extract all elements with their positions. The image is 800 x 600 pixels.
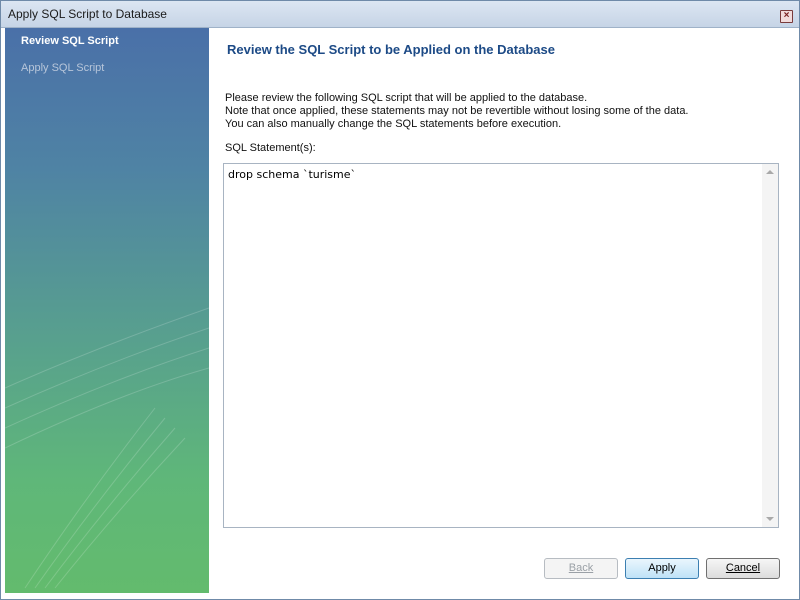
close-icon[interactable]: ×	[780, 10, 793, 23]
description-line-3: You can also manually change the SQL sta…	[225, 118, 562, 130]
sidebar-item-review-sql-script: Review SQL Script	[21, 35, 119, 47]
vertical-scrollbar[interactable]	[762, 164, 778, 527]
description: Please review the following SQL script t…	[225, 92, 689, 131]
apply-button[interactable]: Apply	[625, 558, 699, 579]
back-button-label: Back	[568, 562, 594, 574]
description-line-1: Please review the following SQL script t…	[225, 92, 588, 104]
sql-editor[interactable]: drop schema `turisme`	[223, 163, 779, 528]
wizard-sidebar: Review SQL Script Apply SQL Script	[5, 28, 209, 593]
title-bar[interactable]: Apply SQL Script to Database ×	[1, 1, 799, 28]
back-button[interactable]: Back	[544, 558, 618, 579]
apply-button-label: Apply	[648, 562, 676, 574]
chevron-up-icon[interactable]	[766, 170, 774, 174]
sql-statements-label: SQL Statement(s):	[225, 142, 316, 154]
page-title: Review the SQL Script to be Applied on t…	[227, 42, 555, 57]
sql-text[interactable]: drop schema `turisme`	[228, 168, 356, 181]
sidebar-item-apply-sql-script: Apply SQL Script	[21, 62, 105, 74]
dialog-window: Apply SQL Script to Database × Review SQ…	[0, 0, 800, 600]
sidebar-decoration	[5, 307, 209, 589]
cancel-button[interactable]: Cancel	[706, 558, 780, 579]
window-title: Apply SQL Script to Database	[8, 7, 167, 21]
main-panel: Review the SQL Script to be Applied on t…	[209, 28, 799, 599]
cancel-button-label: Cancel	[725, 562, 761, 574]
chevron-down-icon[interactable]	[766, 517, 774, 521]
description-line-2: Note that once applied, these statements…	[225, 105, 689, 117]
